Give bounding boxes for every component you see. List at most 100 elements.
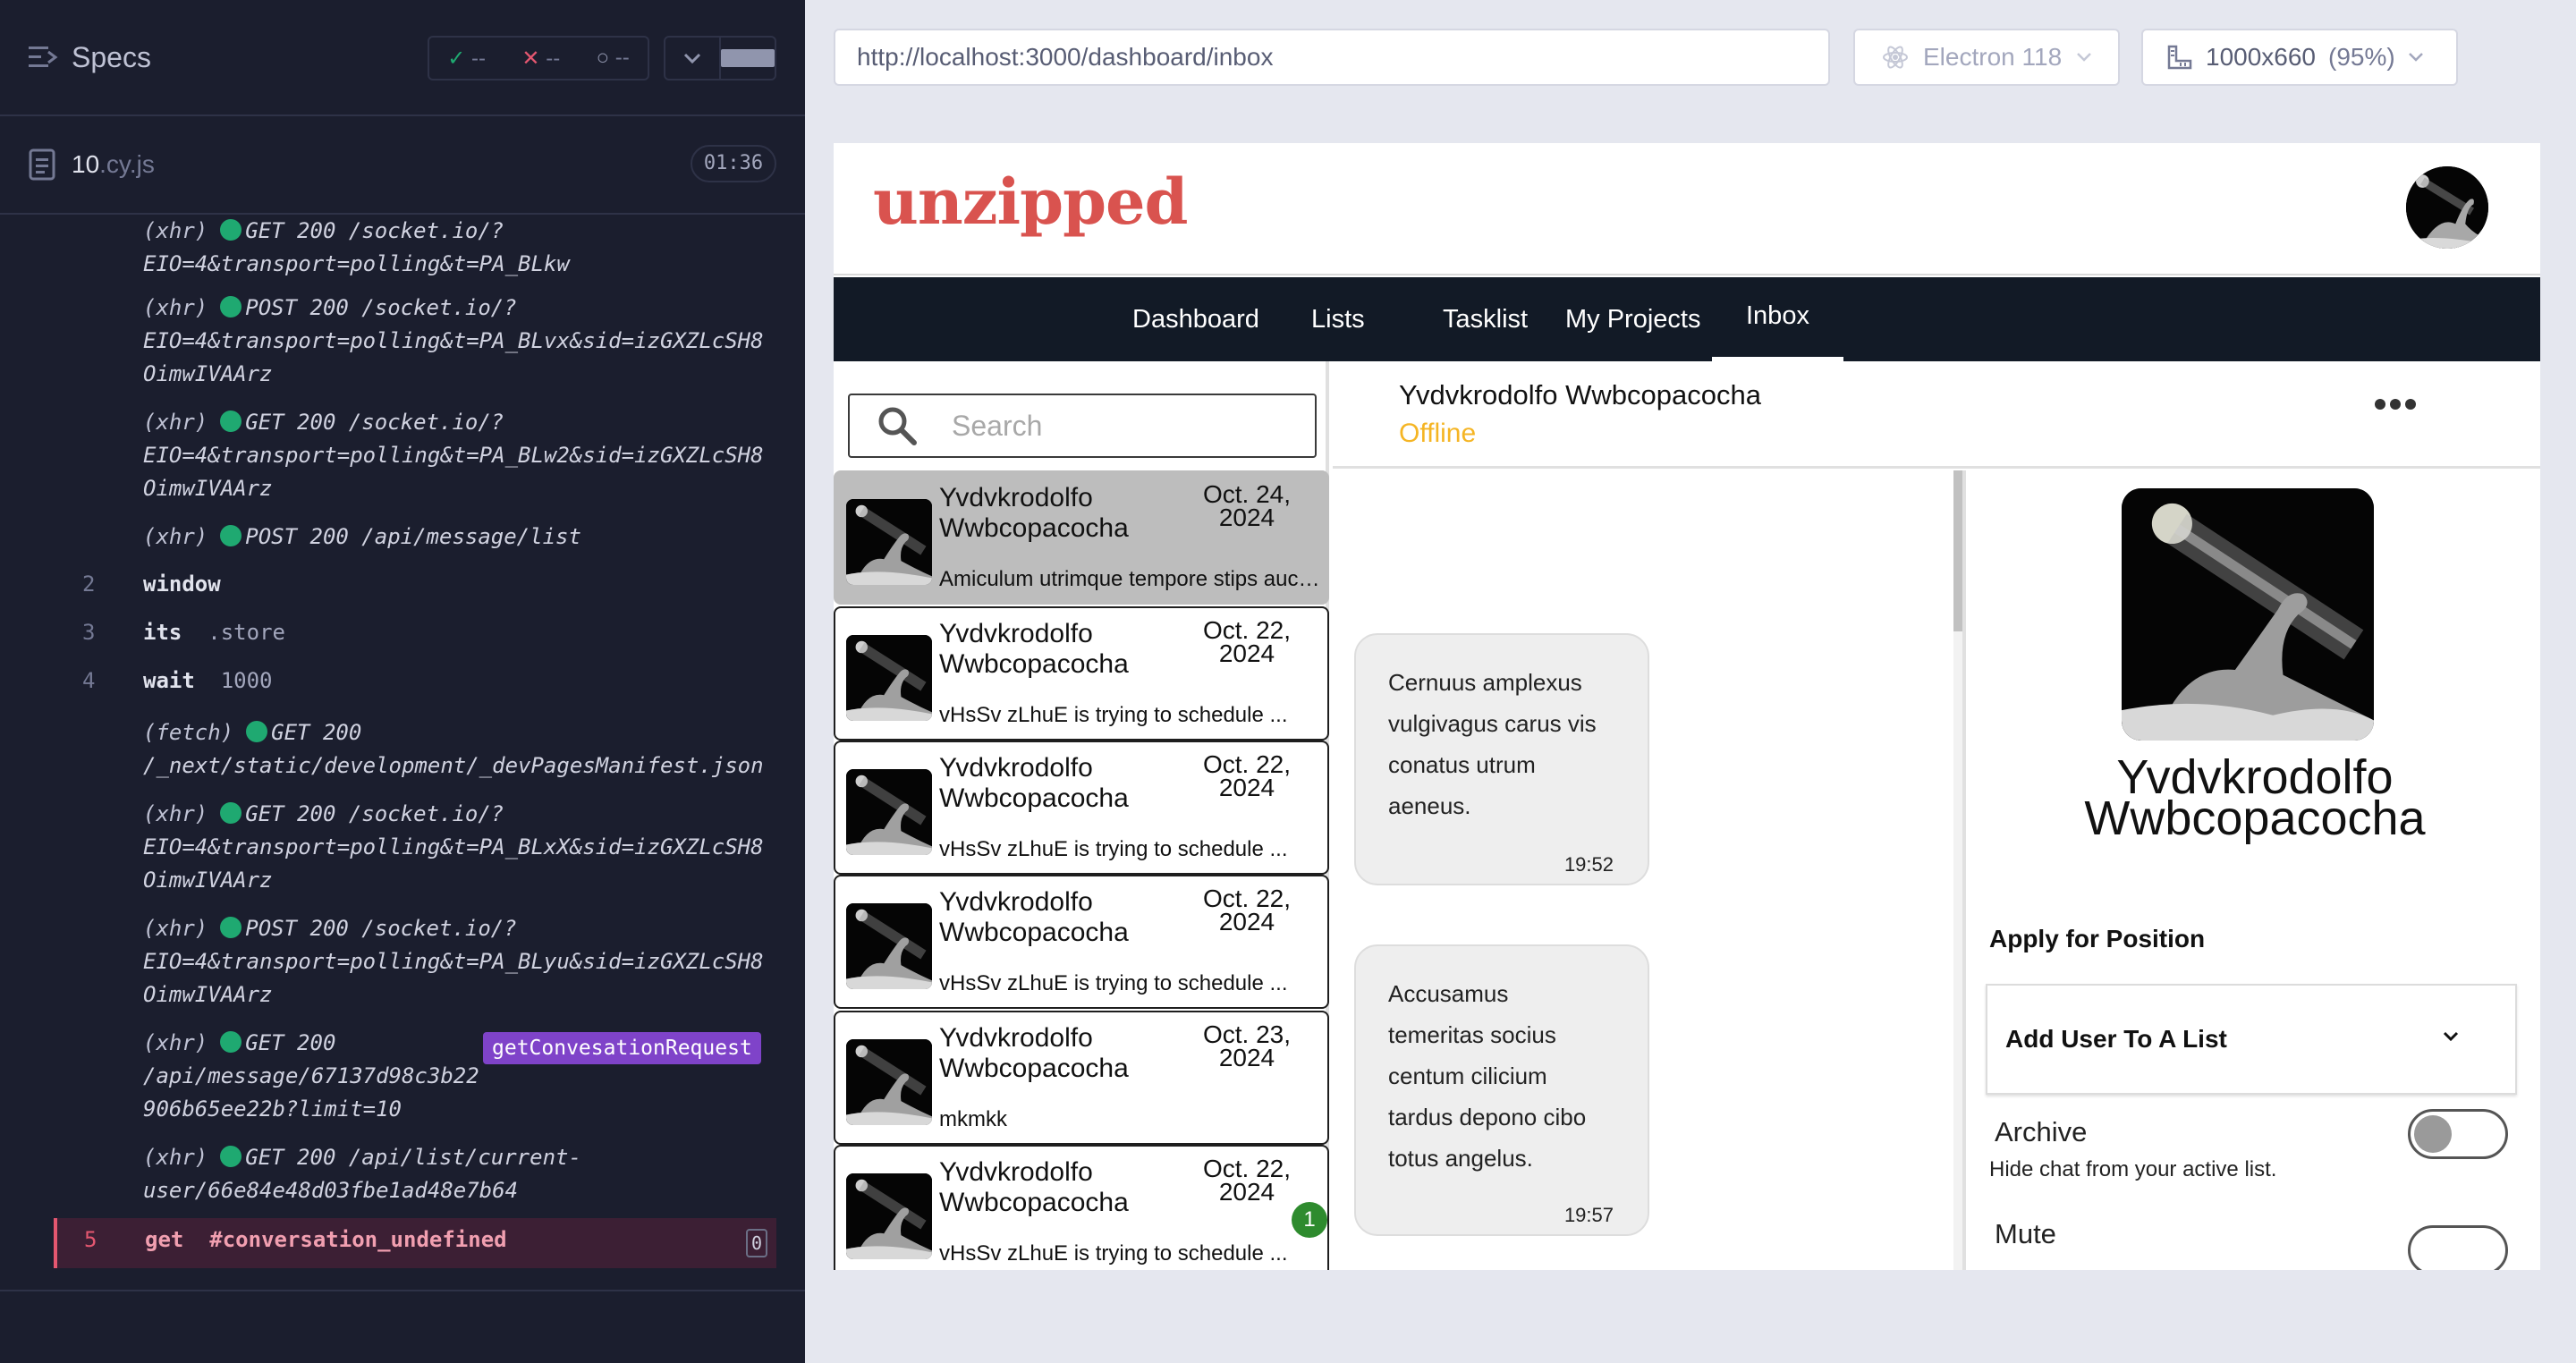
conversation-item[interactable]: Yvdvkrodolfo Wwbcopacocha Oct. 22, 2024 vHs… [834, 741, 1329, 875]
divider [0, 1290, 805, 1291]
conversation-name: Yvdvkrodolfo Wwbcopacocha [939, 753, 1129, 813]
message-time: 19:57 [1563, 1204, 1614, 1226]
unread-badge: 1 [1292, 1202, 1327, 1238]
archive-label: Archive [1995, 1116, 2088, 1147]
cypress-runner-panel: Specs ✓ -- ✕ -- ○ -- 10.cy.js 01:36 (xhr… [0, 0, 805, 1363]
spec-file-name: 10.cy.js [72, 150, 155, 178]
conversation-name: Yvdvkrodolfo Wwbcopacocha [939, 619, 1129, 679]
conversation-avatar [846, 903, 932, 989]
browser-selector[interactable]: Electron 118 [1853, 29, 2120, 86]
conversation-date: Oct. 24, 2024 [1202, 480, 1292, 531]
message-text-line: conatus utrum [1388, 751, 1536, 778]
mute-label: Mute [1995, 1218, 2056, 1249]
scrollbar-thumb[interactable] [1953, 470, 1962, 631]
avatar[interactable] [2406, 166, 2488, 249]
nav-dashboard[interactable]: Dashboard [1132, 277, 1259, 361]
message-bubble: Cernuus amplexus vulgivagus carus vis co… [1354, 633, 1649, 885]
spec-duration: 01:36 [691, 145, 776, 182]
log-request-url: EIO=4&transport=polling&t=PA_BLyu&sid=iz… [143, 949, 764, 974]
nav-my-projects[interactable]: My Projects [1565, 277, 1700, 361]
chat-contact-name: Yvdvkrodolfo Wwbcopacocha [1399, 379, 1761, 411]
conversation-avatar [846, 769, 932, 855]
conversation-avatar [846, 635, 932, 721]
viewport-zoom: (95%) [2328, 43, 2395, 71]
log-request[interactable]: (xhr) POST 200 /socket.io/? [143, 292, 776, 325]
nav-inbox[interactable]: Inbox [1712, 277, 1843, 361]
dinosaur-image [846, 1039, 932, 1125]
electron-icon [1883, 46, 1908, 69]
element-count-badge: 0 [746, 1229, 767, 1257]
conversation-item[interactable]: Yvdvkrodolfo Wwbcopacocha Oct. 23, 2024 mkm… [834, 1011, 1329, 1145]
log-request-url: OimwIVAArz [143, 982, 273, 1007]
chevron-down-icon [2408, 53, 2423, 62]
message-bubble: Accusamus temeritas socius centum cilici… [1354, 944, 1649, 1236]
message-thread[interactable]: Cernuus amplexus vulgivagus carus vis co… [1333, 470, 1952, 1270]
spinner-icon: ○ [596, 46, 610, 70]
specs-list-icon[interactable] [29, 41, 59, 75]
message-time: 19:52 [1563, 853, 1614, 876]
conversation-date: Oct. 22, 2024 [1202, 1155, 1292, 1206]
nav-lists[interactable]: Lists [1311, 277, 1365, 361]
conversation-date: Oct. 22, 2024 [1202, 616, 1292, 667]
conversation-item[interactable]: Yvdvkrodolfo Wwbcopacocha Oct. 22, 2024 vHs… [834, 1145, 1329, 1270]
log-request-url: OimwIVAArz [143, 361, 273, 386]
message-text-line: Cernuus amplexus [1388, 669, 1582, 696]
dinosaur-image [846, 1173, 932, 1259]
log-request-url: EIO=4&transport=polling&t=PA_BLkw [143, 251, 570, 276]
message-text-line: centum cilicium [1388, 1062, 1547, 1089]
conversation-preview: mkmkk [939, 1107, 1007, 1131]
conversation-item[interactable]: Yvdvkrodolfo Wwbcopacocha Oct. 22, 2024 vHs… [834, 875, 1329, 1009]
document-icon [29, 148, 55, 181]
message-scrollbar[interactable] [1953, 470, 1962, 1270]
specs-title[interactable]: Specs [72, 41, 151, 74]
add-user-to-list-label: Add User To A List [2005, 1025, 2227, 1053]
archive-toggle[interactable] [2408, 1109, 2508, 1159]
conversation-date: Oct. 23, 2024 [1202, 1020, 1292, 1071]
url-bar[interactable]: http://localhost:3000/dashboard/inbox [834, 29, 1830, 86]
app-under-test-area: http://localhost:3000/dashboard/inbox El… [805, 0, 2576, 1363]
conversation-preview: Amiculum utrimque tempore stips auctor..… [939, 567, 1322, 591]
chevron-down-icon [2077, 53, 2092, 62]
command-log[interactable]: (xhr) GET 200 /socket.io/? EIO=4&transpor… [54, 215, 776, 1270]
conversation-avatar [846, 1039, 932, 1125]
conversation-preview: vHsSv zLhuE is trying to schedule ... [939, 837, 1288, 861]
stop-button[interactable] [719, 38, 775, 79]
add-user-to-list-dropdown[interactable]: Add User To A List [1986, 984, 2517, 1095]
search-icon [878, 407, 917, 445]
log-request[interactable]: (xhr) POST 200 /api/message/list [143, 521, 776, 554]
app-header: unzipped [834, 143, 2540, 275]
dinosaur-image [2122, 488, 2374, 741]
main-nav: Dashboard Lists Tasklist My Projects Inb… [834, 277, 2540, 361]
log-request[interactable]: (xhr) GET 200 /socket.io/? [143, 215, 776, 248]
profile-name: Yvdvkrodolfo Wwbcopacocha [1966, 753, 2540, 842]
test-stats: ✓ -- ✕ -- ○ -- [428, 36, 649, 80]
more-options-icon[interactable] [2374, 397, 2417, 411]
dinosaur-image [846, 769, 932, 855]
log-request[interactable]: (xhr) GET 200 /api/list/current- [143, 1141, 776, 1174]
logo[interactable]: unzipped [873, 165, 1189, 239]
apply-for-position-link[interactable]: Apply for Position [1989, 925, 2205, 953]
ruler-icon [2167, 45, 2192, 70]
log-request[interactable]: (xhr) POST 200 /socket.io/? [143, 912, 776, 945]
log-request[interactable]: (xhr) GET 200 /socket.io/? [143, 406, 776, 439]
search-input[interactable]: Search [848, 394, 1317, 458]
browser-name: Electron 118 [1923, 43, 2063, 71]
profile-panel: Yvdvkrodolfo Wwbcopacocha Apply for Posi… [1962, 470, 2540, 1270]
mute-toggle[interactable] [2408, 1225, 2508, 1270]
stop-icon [721, 49, 775, 67]
log-command-get-active[interactable]: 5 get #conversation_undefined 0 [54, 1218, 776, 1268]
log-request[interactable]: (fetch) GET 200 [143, 716, 776, 749]
nav-tasklist[interactable]: Tasklist [1443, 277, 1528, 361]
alias-badge: getConvesationRequest [483, 1032, 761, 1064]
viewport-selector[interactable]: 1000x660 (95%) [2141, 29, 2458, 86]
log-request[interactable]: (xhr) GET 200 /socket.io/? [143, 798, 776, 831]
toggle-auto-scroll-button[interactable] [665, 38, 719, 79]
conversation-item[interactable]: Yvdvkrodolfo Wwbcopacocha Oct. 24, 2024 Ami… [834, 470, 1329, 605]
conversation-item[interactable]: Yvdvkrodolfo Wwbcopacocha Oct. 22, 2024 vHs… [834, 606, 1329, 741]
toggle-knob [2414, 1115, 2452, 1153]
failed-stat: ✕ -- [521, 46, 561, 71]
conversation-avatar [846, 499, 932, 585]
dinosaur-image [846, 499, 932, 585]
chevron-down-icon [2443, 1031, 2459, 1042]
log-request-url: user/66e84e48d03fbe1ad48e7b64 [143, 1178, 519, 1203]
